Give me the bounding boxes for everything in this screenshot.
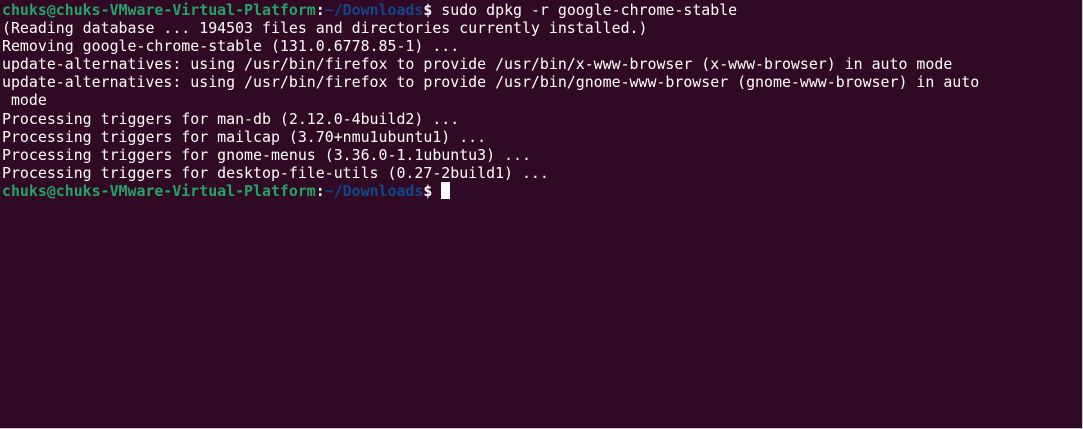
output-line: Removing google-chrome-stable (131.0.677… — [2, 37, 460, 56]
prompt-separator: : — [315, 181, 325, 200]
output-line: update-alternatives: using /usr/bin/fire… — [2, 73, 980, 92]
active-prompt-line[interactable]: chuks@chuks-VMware-Virtual-Platform:~/Do… — [2, 181, 1082, 200]
prompt-symbol: $ — [423, 1, 433, 19]
prompt-separator: : — [315, 1, 325, 19]
terminal-window[interactable]: chuks@chuks-VMware-Virtual-Platform:~/Do… — [0, 0, 1083, 429]
prompt-path: ~/Downloads — [324, 1, 424, 19]
output-line: update-alternatives: using /usr/bin/fire… — [2, 55, 953, 74]
output-line: (Reading database ... 194503 files and d… — [2, 19, 648, 38]
command-line: chuks@chuks-VMware-Virtual-Platform:~/Do… — [2, 1, 1082, 19]
output-line: Processing triggers for gnome-menus (3.3… — [2, 145, 531, 164]
output-line: Processing triggers for mailcap (3.70+nm… — [2, 127, 487, 146]
text-cursor[interactable] — [441, 181, 451, 199]
output-line: Processing triggers for desktop-file-uti… — [2, 163, 549, 182]
prompt-symbol: $ — [423, 181, 433, 200]
command-text: sudo dpkg -r google-chrome-stable — [432, 1, 738, 19]
prompt-path: ~/Downloads — [324, 181, 424, 200]
output-line: mode — [2, 91, 47, 110]
output-line: Processing triggers for man-db (2.12.0-4… — [2, 109, 460, 128]
prompt-user-host: chuks@chuks-VMware-Virtual-Platform — [2, 181, 316, 200]
prompt-user-host: chuks@chuks-VMware-Virtual-Platform — [2, 1, 316, 19]
